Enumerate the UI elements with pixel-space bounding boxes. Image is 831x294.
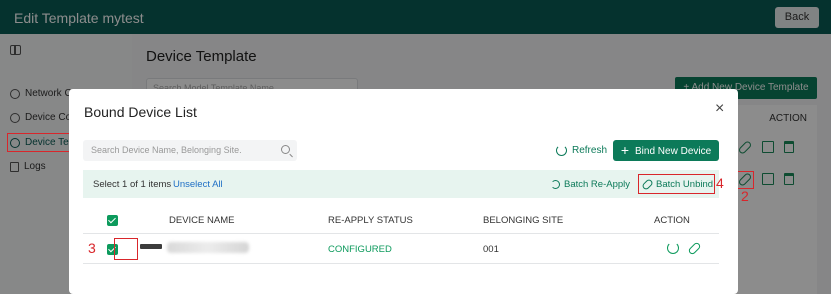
batch-reapply-button[interactable]: Batch Re-Apply — [551, 179, 630, 190]
column-action: ACTION — [654, 215, 690, 226]
annotation-box-3 — [114, 238, 138, 260]
table-row: CONFIGURED 001 — [83, 234, 719, 264]
annotation-number-3: 3 — [88, 240, 96, 256]
refresh-label: Refresh — [572, 145, 608, 156]
unbind-icon[interactable] — [688, 242, 700, 254]
batch-unbind-button[interactable]: Batch Unbind — [638, 174, 715, 194]
search-icon — [281, 145, 290, 154]
refresh-button[interactable]: Refresh — [556, 145, 607, 156]
unselect-all-link[interactable]: Unselect All — [173, 179, 223, 190]
reapply-label: Batch Re-Apply — [564, 179, 631, 190]
column-reapply-status: RE-APPLY STATUS — [328, 215, 413, 226]
search-placeholder: Search Device Name, Belonging Site. — [91, 145, 242, 155]
device-thumbnail — [140, 244, 162, 249]
belonging-site: 001 — [483, 244, 499, 255]
bound-device-list-dialog: Bound Device List × Search Device Name, … — [69, 89, 738, 294]
unbind-label: Batch Unbind — [656, 178, 714, 190]
bind-new-device-button[interactable]: + Bind New Device — [613, 140, 719, 161]
reapply-icon — [551, 180, 560, 189]
column-belonging-site: BELONGING SITE — [483, 215, 564, 226]
device-search-input[interactable]: Search Device Name, Belonging Site. — [83, 140, 297, 161]
refresh-icon — [556, 145, 567, 156]
reapply-status: CONFIGURED — [328, 244, 392, 255]
reapply-icon[interactable] — [667, 242, 679, 254]
close-icon[interactable]: × — [715, 101, 724, 117]
selection-bar: Select 1 of 1 items Unselect All Batch R… — [83, 170, 719, 198]
annotation-number-2: 2 — [741, 188, 749, 204]
plus-icon: + — [620, 142, 630, 158]
select-all-checkbox[interactable] — [107, 215, 118, 226]
device-name-redacted — [167, 242, 249, 253]
column-device-name: DEVICE NAME — [169, 215, 235, 226]
unlink-icon — [642, 179, 652, 189]
annotation-number-4: 4 — [716, 175, 724, 191]
bind-button-label: Bind New Device — [635, 146, 712, 157]
annotation-box-1 — [7, 133, 75, 152]
dialog-title: Bound Device List — [84, 104, 197, 120]
table-header: DEVICE NAME RE-APPLY STATUS BELONGING SI… — [83, 206, 719, 234]
selection-count: Select 1 of 1 items — [93, 179, 172, 190]
